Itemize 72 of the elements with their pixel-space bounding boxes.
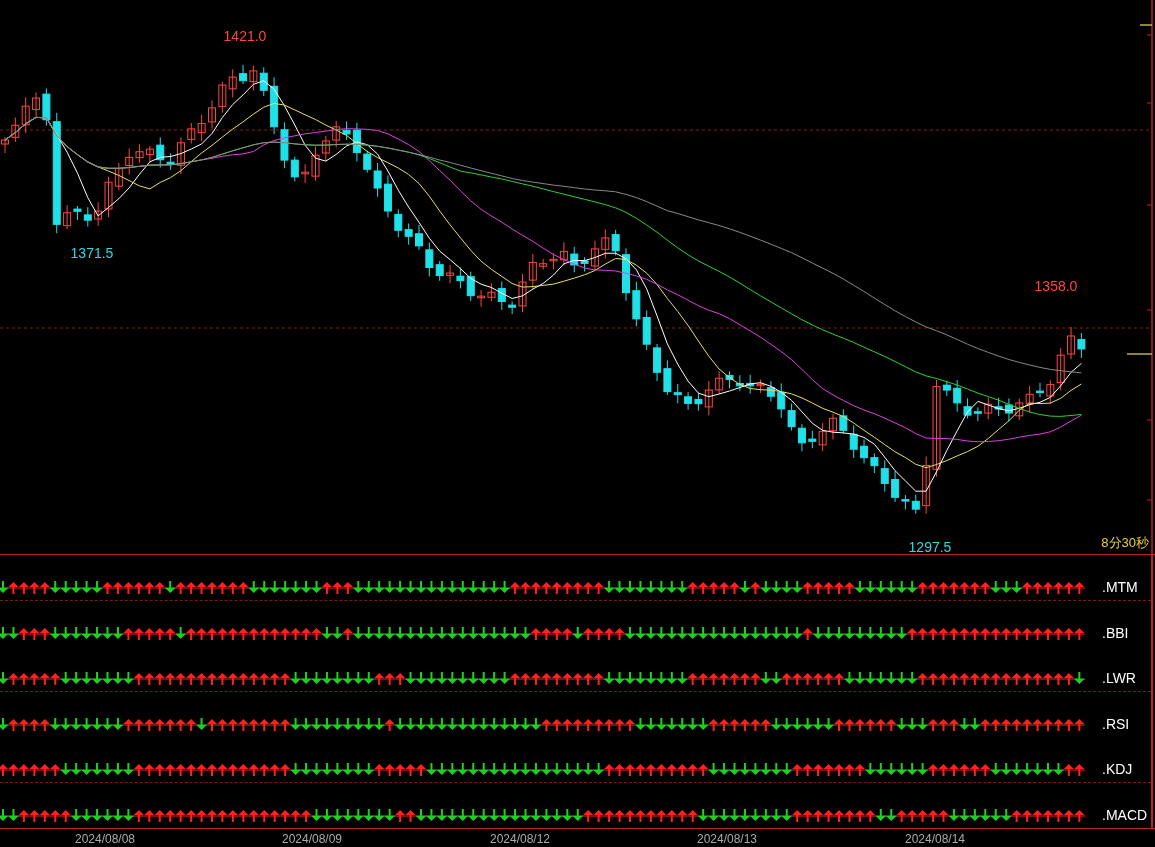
candlestick	[259, 66, 268, 97]
candlestick	[787, 403, 796, 432]
candlestick	[446, 264, 455, 284]
candlestick	[1015, 398, 1024, 421]
candlestick	[456, 267, 465, 289]
date-label: 2024/08/08	[74, 832, 136, 846]
high-price-label: 1421.0	[223, 28, 267, 44]
candlestick	[528, 253, 537, 290]
indicator-label: .MACD	[1101, 807, 1148, 825]
date-label: 2024/08/12	[489, 832, 551, 846]
candlestick	[973, 406, 982, 422]
date-label: 2024/08/14	[904, 832, 966, 846]
candlestick	[187, 122, 196, 144]
candlestick	[135, 143, 144, 164]
candlestick	[218, 81, 227, 114]
candlestick	[684, 391, 693, 411]
candlestick	[984, 397, 993, 420]
candlestick	[797, 423, 806, 452]
candlestick	[849, 424, 858, 459]
candlestick	[383, 174, 392, 218]
low-price-label: 1371.5	[70, 245, 114, 261]
candlestick	[1004, 397, 1013, 422]
candlestick	[622, 247, 630, 302]
candlestick	[83, 206, 92, 227]
candlestick	[415, 224, 423, 251]
candlestick	[208, 99, 216, 130]
price-marker	[1139, 24, 1153, 26]
candlestick	[197, 114, 206, 142]
candlestick	[1036, 382, 1044, 398]
candlestick	[1077, 332, 1086, 359]
date-label: 2024/08/09	[281, 832, 343, 846]
candlestick	[632, 281, 641, 327]
candlestick	[466, 271, 475, 302]
candlestick	[1, 136, 9, 154]
indicator-label: .KDJ	[1101, 760, 1133, 779]
candlestick	[911, 494, 920, 515]
high-price-label: 1358.0	[1034, 278, 1078, 294]
candlestick	[653, 343, 662, 382]
candlestick	[715, 370, 724, 395]
price-marker	[1126, 353, 1153, 355]
candlestick	[1067, 326, 1076, 360]
candlestick	[735, 374, 744, 392]
indicator-label: .LWR	[1101, 669, 1136, 688]
candlestick	[539, 258, 548, 271]
candlestick	[829, 413, 837, 440]
date-label: 2024/08/13	[696, 832, 758, 846]
indicator-label: .RSI	[1101, 716, 1130, 734]
candlestick	[477, 289, 486, 308]
candlestick	[239, 64, 248, 85]
candlestick	[321, 135, 330, 162]
indicator-label: .BBI	[1101, 625, 1129, 643]
candlestick	[725, 370, 734, 389]
candlestick	[777, 382, 786, 419]
candlestick	[611, 229, 620, 256]
candlestick	[994, 397, 1003, 417]
candlestick	[394, 208, 403, 238]
candlestick	[125, 148, 134, 175]
candlestick	[332, 120, 341, 148]
candlestick	[270, 76, 279, 135]
candlestick	[249, 65, 258, 91]
candlestick	[642, 309, 651, 351]
candlestick	[746, 374, 755, 395]
candlestick	[860, 438, 869, 464]
candlestick	[601, 228, 610, 259]
candlestick	[839, 408, 848, 435]
candlestick	[228, 68, 237, 98]
candlestick	[404, 223, 413, 246]
low-price-label: 1297.5	[908, 539, 952, 555]
candlestick	[145, 145, 154, 163]
candlestick	[1025, 385, 1034, 413]
indicator-label: .MTM	[1101, 578, 1138, 597]
countdown-timer: 8分30秒	[1101, 534, 1149, 552]
